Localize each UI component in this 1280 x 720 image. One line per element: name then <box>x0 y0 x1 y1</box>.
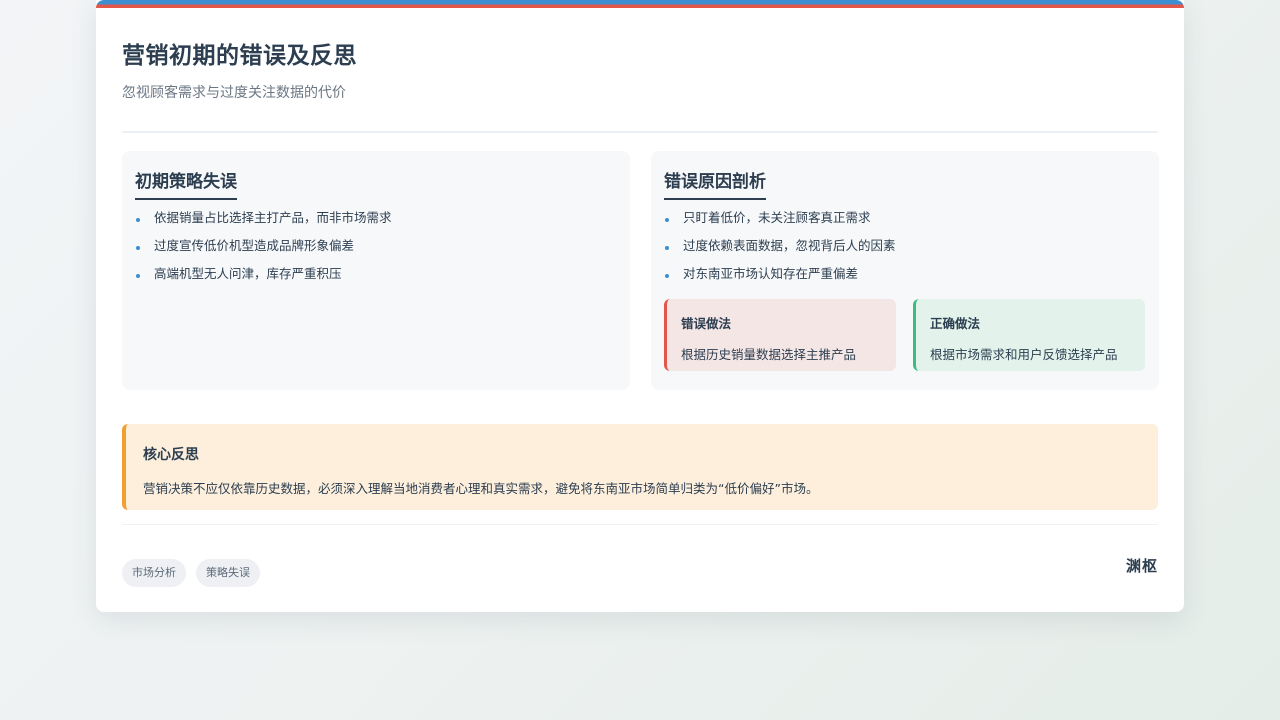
bullet-dot-icon <box>136 246 140 250</box>
analysis-list: 只盯着低价，未关注顾客真正需求 过度依赖表面数据，忽视背后人的因素 对东南亚市场… <box>664 209 896 293</box>
content-card: 营销初期的错误及反思 忽视顾客需求与过度关注数据的代价 初期策略失误 依据销量占… <box>96 0 1184 612</box>
bullet-dot-icon <box>136 274 140 278</box>
list-item-text: 只盯着低价，未关注顾客真正需求 <box>683 210 871 225</box>
wrong-approach-title: 错误做法 <box>681 316 732 331</box>
error-analysis-panel: 错误原因剖析 只盯着低价，未关注顾客真正需求 过度依赖表面数据，忽视背后人的因素… <box>651 151 1159 390</box>
tag-strategy-error[interactable]: 策略失误 <box>196 559 260 587</box>
initial-strategy-panel: 初期策略失误 依据销量占比选择主打产品，而非市场需求 过度宣传低价机型造成品牌形… <box>122 151 630 390</box>
brand-name: 渊枢 <box>1125 557 1158 575</box>
list-item: 依据销量占比选择主打产品，而非市场需求 <box>135 209 392 237</box>
core-reflection-box: 核心反思 营销决策不应仅依靠历史数据，必须深入理解当地消费者心理和真实需求，避免… <box>122 424 1158 510</box>
list-item-text: 对东南亚市场认知存在严重偏差 <box>683 266 859 281</box>
correct-approach-title: 正确做法 <box>930 316 981 331</box>
reflection-title: 核心反思 <box>143 447 199 463</box>
list-item: 只盯着低价，未关注顾客真正需求 <box>664 209 896 237</box>
tag-list: 市场分析 策略失误 <box>122 559 260 587</box>
list-item-text: 过度依赖表面数据，忽视背后人的因素 <box>683 238 896 253</box>
wrong-approach-text: 根据历史销量数据选择主推产品 <box>681 347 857 362</box>
header-divider <box>122 131 1158 133</box>
tag-market-analysis[interactable]: 市场分析 <box>122 559 186 587</box>
strategy-list: 依据销量占比选择主打产品，而非市场需求 过度宣传低价机型造成品牌形象偏差 高端机… <box>135 209 392 293</box>
list-item-text: 高端机型无人问津，库存严重积压 <box>154 266 342 281</box>
list-item-text: 过度宣传低价机型造成品牌形象偏差 <box>154 238 355 253</box>
panel-title: 初期策略失误 <box>135 167 237 200</box>
footer-divider <box>122 524 1158 525</box>
top-accent-bar <box>96 0 1184 8</box>
wrong-approach-box: 错误做法 根据历史销量数据选择主推产品 <box>664 299 896 371</box>
panel-title: 错误原因剖析 <box>664 167 766 200</box>
bullet-dot-icon <box>665 246 669 250</box>
list-item: 对东南亚市场认知存在严重偏差 <box>664 265 896 293</box>
page-title: 营销初期的错误及反思 <box>122 43 357 69</box>
list-item: 过度宣传低价机型造成品牌形象偏差 <box>135 237 392 265</box>
reflection-text: 营销决策不应仅依靠历史数据，必须深入理解当地消费者心理和真实需求，避免将东南亚市… <box>143 481 819 496</box>
page-subtitle: 忽视顾客需求与过度关注数据的代价 <box>122 85 346 101</box>
list-item: 高端机型无人问津，库存严重积压 <box>135 265 392 293</box>
bullet-dot-icon <box>136 218 140 222</box>
bullet-dot-icon <box>665 218 669 222</box>
bullet-dot-icon <box>665 274 669 278</box>
correct-approach-box: 正确做法 根据市场需求和用户反馈选择产品 <box>913 299 1145 371</box>
list-item: 过度依赖表面数据，忽视背后人的因素 <box>664 237 896 265</box>
list-item-text: 依据销量占比选择主打产品，而非市场需求 <box>154 210 392 225</box>
correct-approach-text: 根据市场需求和用户反馈选择产品 <box>930 347 1118 362</box>
